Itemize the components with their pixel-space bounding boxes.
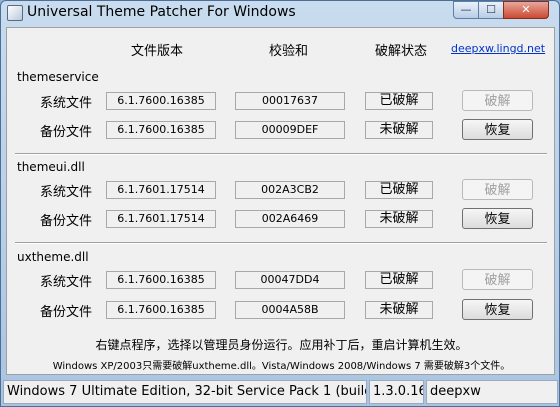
version-field: 6.1.7600.16385 [106,271,216,289]
restore-button[interactable]: 恢复 [462,208,533,229]
window-title: Universal Theme Patcher For Windows [27,4,296,20]
status-field: 未破解 [365,301,433,319]
status-author: deepxw [426,380,558,404]
group-label-themeui: themeui.dll [17,160,85,174]
checksum-field: 002A3CB2 [235,181,345,199]
website-link[interactable]: deepxw.lingd.net [451,42,545,55]
group-label-themeservice: themeservice [17,70,99,84]
version-field: 6.1.7600.16385 [106,301,216,319]
row-label-system-file: 系统文件 [40,185,93,200]
status-field: 未破解 [365,121,433,139]
row-label-system-file: 系统文件 [40,96,93,111]
restore-button[interactable]: 恢复 [462,119,533,140]
checksum-field: 002A6469 [235,210,345,228]
status-version: 1.3.0.16 [369,380,424,404]
instruction-note: 右键点程序，选择以管理员身份运行。应用补丁后，重启计算机生效。 [95,338,468,352]
version-field: 6.1.7601.17514 [106,181,216,199]
row-label-system-file: 系统文件 [40,275,93,290]
version-field: 6.1.7600.16385 [106,92,216,110]
group-divider [15,242,547,244]
title-bar[interactable]: Universal Theme Patcher For Windows — ☐ … [1,1,559,27]
restore-button[interactable]: 恢复 [462,299,533,320]
main-panel: 文件版本 校验和 破解状态 deepxw.lingd.net themeserv… [6,27,555,375]
compatibility-note: Windows XP/2003只需要破解uxtheme.dll。Vista/Wi… [52,361,511,372]
version-field: 6.1.7600.16385 [106,121,216,139]
checksum-field: 00047DD4 [235,271,345,289]
row-label-backup-file: 备份文件 [40,214,93,229]
close-button[interactable]: ✕ [503,1,549,19]
status-field: 已破解 [365,92,433,110]
app-icon [7,5,23,21]
version-field: 6.1.7601.17514 [106,210,216,228]
patch-button[interactable]: 破解 [462,179,533,200]
group-label-uxtheme: uxtheme.dll [17,250,89,264]
status-field: 未破解 [365,210,433,228]
group-divider [15,153,547,155]
minimize-button[interactable]: — [453,1,479,19]
status-field: 已破解 [365,181,433,199]
header-file-version: 文件版本 [131,44,184,59]
app-window: Universal Theme Patcher For Windows — ☐ … [0,0,560,407]
patch-button[interactable]: 破解 [462,90,533,111]
status-os-info: Windows 7 Ultimate Edition, 32-bit Servi… [3,380,367,404]
checksum-field: 0004A58B [235,301,345,319]
patch-button[interactable]: 破解 [462,269,533,290]
row-label-backup-file: 备份文件 [40,305,93,320]
maximize-button[interactable]: ☐ [478,1,504,19]
status-field: 已破解 [365,271,433,289]
status-bar: Windows 7 Ultimate Edition, 32-bit Servi… [3,380,558,406]
header-checksum: 校验和 [269,44,309,59]
row-label-backup-file: 备份文件 [40,125,93,140]
checksum-field: 00009DEF [235,121,345,139]
checksum-field: 00017637 [235,92,345,110]
header-patch-status: 破解状态 [375,44,428,59]
